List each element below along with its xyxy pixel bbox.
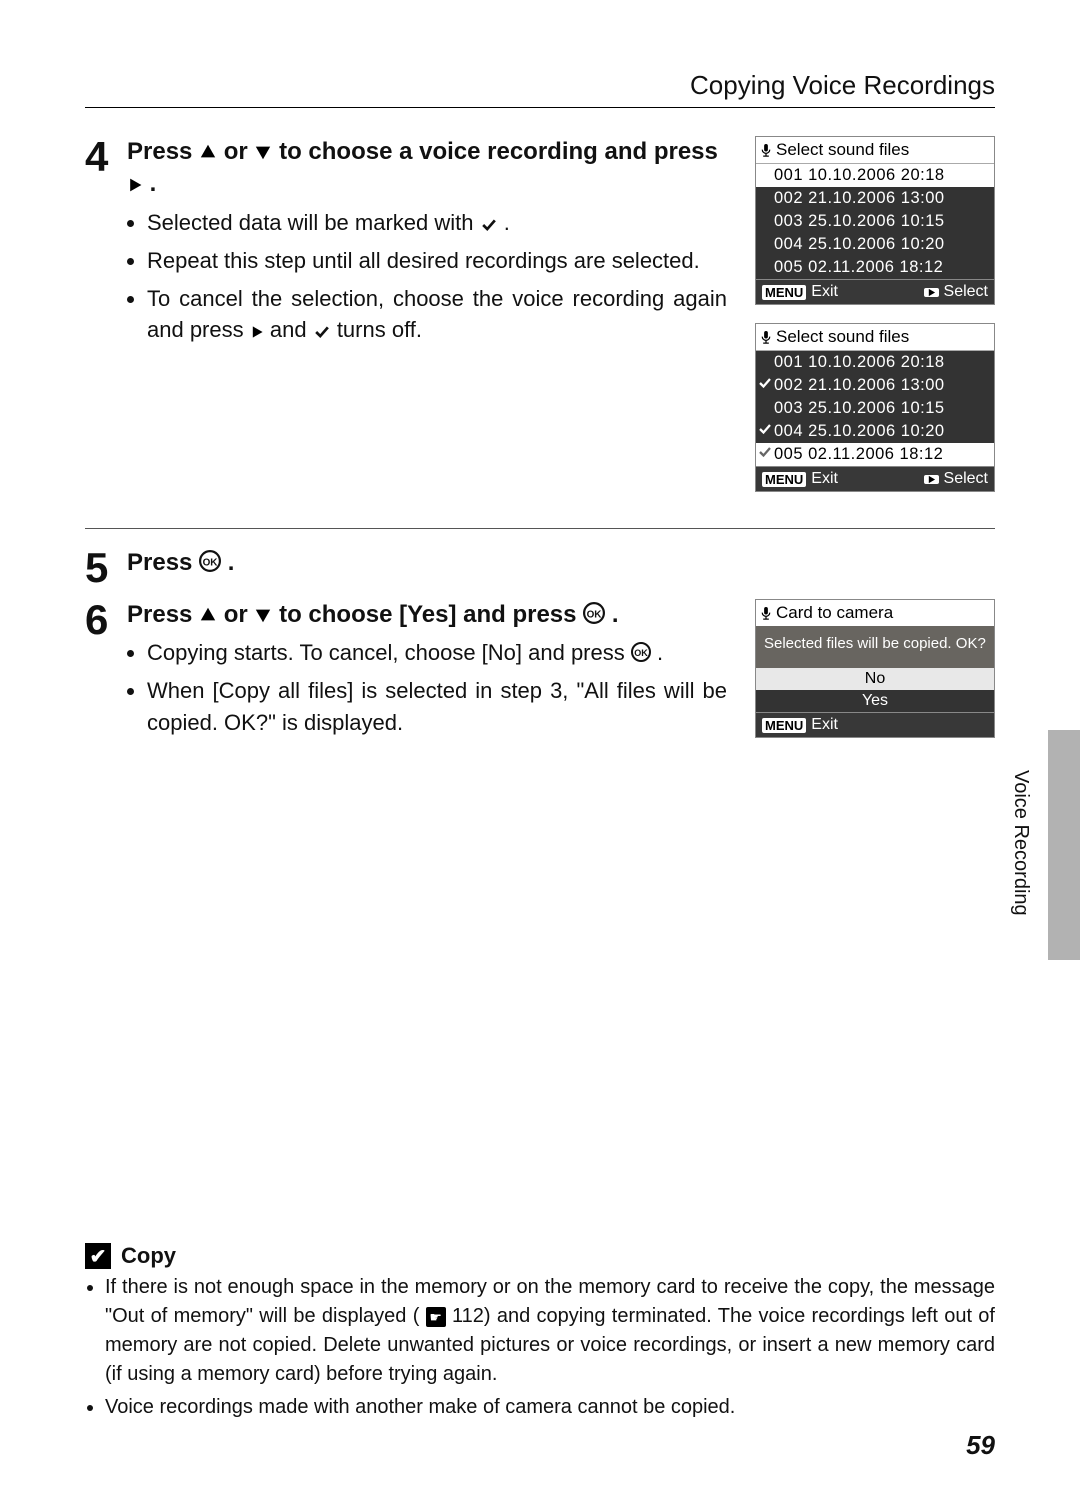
triangle-down-icon [254, 143, 272, 161]
text: . [612, 601, 619, 628]
list-item: 001 10.10.2006 20:18 [756, 164, 994, 187]
page-number: 59 [966, 1430, 995, 1461]
text: . [504, 210, 510, 235]
ok-button-icon [199, 550, 221, 572]
reference-icon: ☛ [426, 1307, 446, 1327]
header-rule [85, 107, 995, 108]
lcd-list: 001 10.10.2006 20:18002 21.10.2006 13:00… [756, 351, 994, 466]
thumb-tab [1048, 730, 1080, 960]
note-block: ✔ Copy If there is not enough space in t… [85, 1243, 995, 1426]
text: Press [127, 601, 199, 628]
select-label: Select [944, 283, 988, 301]
list-item: 003 25.10.2006 10:15 [756, 397, 994, 420]
check-icon [759, 422, 771, 439]
check-icon [759, 376, 771, 393]
exit-label: Exit [811, 470, 838, 488]
text: to choose [Yes] and press [279, 601, 583, 628]
menu-badge: MENU [762, 472, 806, 487]
text: Press [127, 549, 199, 576]
page-title: Copying Voice Recordings [85, 70, 995, 101]
exit-label: Exit [811, 283, 838, 301]
text: Press [127, 138, 199, 165]
note-check-icon: ✔ [85, 1243, 111, 1269]
mic-icon [760, 143, 772, 158]
lcd-footer: MENU Exit Select [756, 279, 994, 304]
lcd-title: Select sound files [756, 324, 994, 351]
menu-badge: MENU [762, 285, 806, 300]
text: or [224, 138, 255, 165]
step-number: 6 [85, 599, 113, 641]
triangle-up-icon [199, 143, 217, 161]
triangle-right-icon [127, 177, 143, 193]
note-heading: ✔ Copy [85, 1243, 995, 1269]
confirm-message: Selected files will be copied. OK? [756, 626, 994, 668]
step-heading: Press or to choose a voice recording and… [127, 136, 727, 201]
ok-button-icon [631, 642, 651, 662]
step-bullets: Selected data will be marked with . Repe… [127, 207, 727, 347]
option-no: No [756, 668, 994, 690]
text: Selected data will be marked with [147, 210, 480, 235]
list-item: 004 25.10.2006 10:20 [756, 233, 994, 256]
lcd-title: Card to camera [756, 600, 994, 626]
step-number: 4 [85, 136, 113, 178]
option-yes: Yes [756, 690, 994, 712]
step-heading: Press or to choose [Yes] and press . [127, 599, 727, 631]
text: Copying starts. To cancel, choose [No] a… [147, 640, 631, 665]
lcd-preview-1: Select sound files 001 10.10.2006 20:180… [755, 136, 995, 305]
step-heading: Press . [127, 547, 995, 579]
list-item: 005 02.11.2006 18:12 [756, 443, 994, 466]
text: . [150, 170, 157, 197]
list-item: 005 02.11.2006 18:12 [756, 256, 994, 279]
check-icon [313, 325, 331, 339]
text: Select sound files [776, 327, 909, 347]
select-label: Select [944, 470, 988, 488]
text: Card to camera [776, 603, 893, 623]
text: . [657, 640, 663, 665]
lcd-footer: MENU Exit Select [756, 466, 994, 491]
text: turns off. [337, 317, 422, 342]
triangle-down-icon [254, 606, 272, 624]
text: or [224, 601, 255, 628]
step-number: 5 [85, 547, 113, 589]
note-bullet: Voice recordings made with another make … [105, 1393, 995, 1422]
mic-icon [760, 606, 772, 621]
lcd-preview-2: Select sound files 001 10.10.2006 20:180… [755, 323, 995, 492]
note-bullet: If there is not enough space in the memo… [105, 1273, 995, 1389]
check-icon [759, 445, 771, 462]
note-title: Copy [121, 1243, 176, 1269]
list-item: 004 25.10.2006 10:20 [756, 420, 994, 443]
exit-label: Exit [811, 716, 838, 734]
triangle-right-icon [250, 325, 264, 339]
text: and [270, 317, 313, 342]
text: To cancel the selection, choose the voic… [147, 286, 727, 343]
list-item: 002 21.10.2006 13:00 [756, 374, 994, 397]
step-bullets: Copying starts. To cancel, choose [No] a… [127, 637, 727, 739]
triangle-up-icon [199, 606, 217, 624]
list-item: 002 21.10.2006 13:00 [756, 187, 994, 210]
text: When [Copy all files] is selected in ste… [147, 675, 727, 739]
text: Repeat this step until all desired recor… [147, 245, 727, 277]
mic-icon [760, 330, 772, 345]
section-label: Voice Recording [1009, 770, 1032, 916]
text: Select sound files [776, 140, 909, 160]
lcd-list: 001 10.10.2006 20:18002 21.10.2006 13:00… [756, 164, 994, 279]
text: . [228, 549, 235, 576]
list-item: 003 25.10.2006 10:15 [756, 210, 994, 233]
lcd-title: Select sound files [756, 137, 994, 164]
ok-button-icon [583, 602, 605, 624]
play-badge-icon [924, 475, 939, 484]
menu-badge: MENU [762, 718, 806, 733]
lcd-confirm: Card to camera Selected files will be co… [755, 599, 995, 738]
play-badge-icon [924, 288, 939, 297]
manual-page: Copying Voice Recordings 4 Press or to c… [0, 0, 1080, 1486]
list-item: 001 10.10.2006 20:18 [756, 351, 994, 374]
text: to choose a voice recording and press [279, 138, 718, 165]
lcd-footer: MENU Exit [756, 712, 994, 737]
check-icon [480, 218, 498, 232]
